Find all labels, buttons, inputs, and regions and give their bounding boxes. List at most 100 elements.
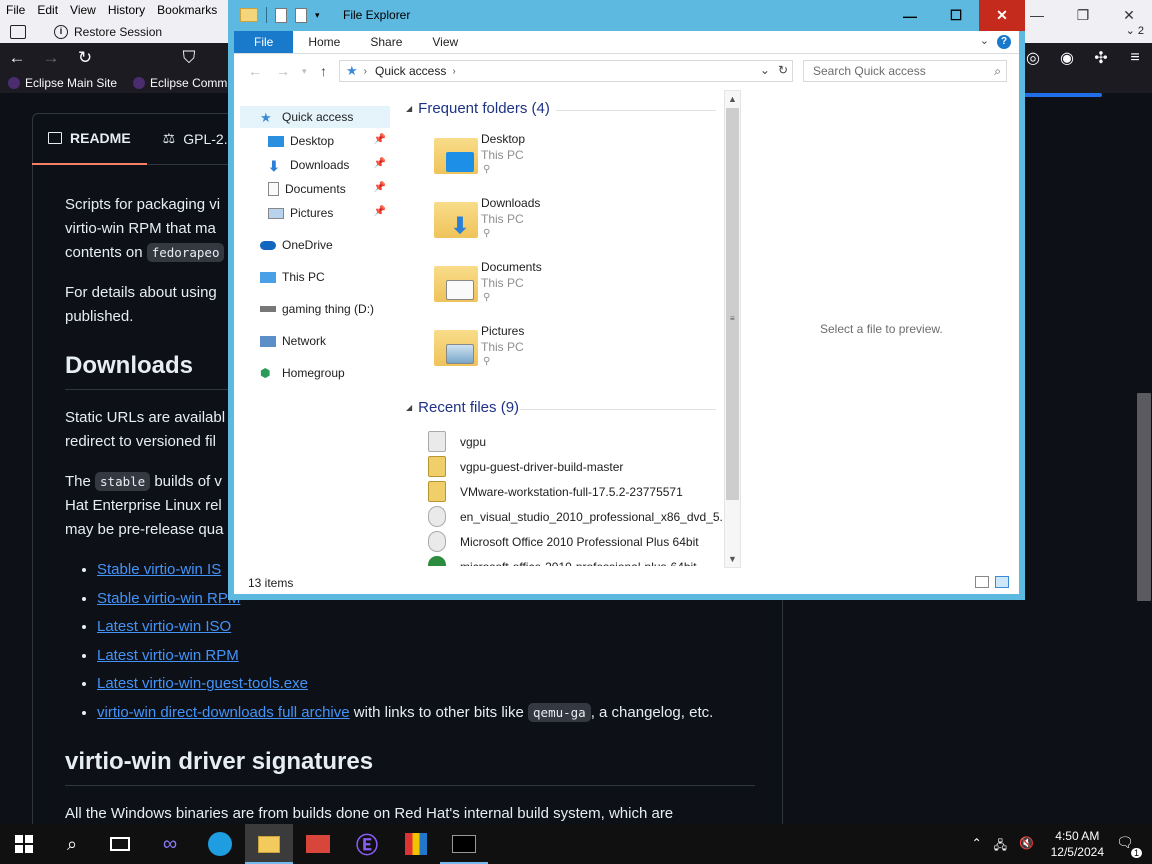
refresh-icon[interactable]: ↻ bbox=[778, 63, 788, 77]
tab-overflow[interactable]: ⌄ 2 bbox=[1126, 24, 1144, 37]
menu-icon[interactable]: ≡ bbox=[1118, 49, 1152, 67]
search-icon[interactable]: ⌕ bbox=[994, 61, 1001, 81]
taskbar-terminal[interactable] bbox=[440, 824, 488, 864]
network-icon[interactable]: 🖧 bbox=[994, 836, 1007, 857]
chevron-down-icon[interactable]: ⌄ bbox=[760, 63, 770, 77]
scrollbar-thumb[interactable]: ≡ bbox=[726, 108, 739, 500]
sidebar-item-quick-access[interactable]: ★ Quick access bbox=[240, 106, 390, 128]
link-guest-tools[interactable]: Latest virtio-win-guest-tools.exe bbox=[97, 675, 308, 692]
start-button[interactable] bbox=[0, 824, 48, 864]
forward-icon[interactable]: → bbox=[34, 48, 68, 68]
task-view-button[interactable] bbox=[96, 824, 144, 864]
bookmark-eclipse-main[interactable]: Eclipse Main Site bbox=[0, 76, 125, 90]
action-center-button[interactable]: 🗨 1 bbox=[1116, 834, 1142, 858]
minimize-button[interactable]: — bbox=[887, 0, 933, 31]
sidebar-item-desktop[interactable]: Desktop 📌 bbox=[240, 130, 390, 152]
folder-tile-documents[interactable]: Documents This PC ⚲ bbox=[434, 260, 634, 320]
list-item[interactable]: VMware-workstation-full-17.5.2-23775571 bbox=[428, 479, 683, 504]
pin-icon[interactable]: 📌 bbox=[374, 158, 386, 169]
menu-bookmarks[interactable]: Bookmarks bbox=[151, 3, 223, 17]
sidebar-item-network[interactable]: Network bbox=[240, 330, 390, 352]
back-icon[interactable]: ← bbox=[0, 48, 34, 68]
taskbar-file-explorer[interactable] bbox=[245, 824, 293, 864]
extensions-icon[interactable]: ✣ bbox=[1084, 48, 1118, 68]
list-item[interactable]: en_visual_studio_2010_professional_x86_d… bbox=[428, 504, 726, 529]
sidebar-item-drive-d[interactable]: gaming thing (D:) bbox=[240, 298, 390, 320]
account-icon[interactable]: ◉ bbox=[1050, 48, 1084, 68]
clock[interactable]: 4:50 AM 12/5/2024 bbox=[1051, 828, 1104, 860]
recent-locations-icon[interactable]: ▾ bbox=[302, 66, 307, 77]
menu-history[interactable]: History bbox=[102, 3, 151, 17]
taskbar-app-4[interactable]: Ⓔ bbox=[343, 824, 391, 864]
page-scrollbar[interactable] bbox=[1134, 93, 1152, 824]
shield-icon[interactable]: ⛉ bbox=[172, 48, 206, 68]
reload-icon[interactable]: ↻ bbox=[68, 48, 102, 68]
new-folder-icon[interactable] bbox=[295, 7, 307, 23]
folder-tile-desktop[interactable]: Desktop This PC ⚲ bbox=[434, 132, 634, 192]
scroll-up-icon[interactable]: ▲ bbox=[725, 91, 740, 107]
content-scrollbar[interactable]: ▲ ≡ ▼ bbox=[724, 90, 741, 568]
link-latest-iso[interactable]: Latest virtio-win ISO bbox=[97, 618, 231, 635]
recent-files-header[interactable]: ◢ Recent files (9) bbox=[406, 399, 519, 416]
chevron-down-icon[interactable]: ⌄ bbox=[980, 34, 989, 47]
breadcrumb[interactable]: Quick access bbox=[375, 64, 446, 78]
link-latest-rpm[interactable]: Latest virtio-win RPM bbox=[97, 647, 239, 664]
sidebar-item-pictures[interactable]: Pictures 📌 bbox=[240, 202, 390, 224]
pin-icon[interactable]: 📌 bbox=[374, 206, 386, 217]
chevron-right-icon[interactable]: › bbox=[452, 66, 455, 77]
link-stable-iso[interactable]: Stable virtio-win IS bbox=[97, 561, 221, 578]
list-item[interactable]: Microsoft Office 2010 Professional Plus … bbox=[428, 529, 699, 554]
chevron-right-icon[interactable]: › bbox=[364, 66, 367, 77]
tab-list-icon[interactable] bbox=[10, 24, 26, 39]
taskbar-app-2[interactable] bbox=[196, 824, 244, 864]
address-bar[interactable]: ★ › Quick access › ⌄ ↻ bbox=[339, 60, 793, 82]
large-icons-view-icon[interactable] bbox=[995, 576, 1009, 588]
collapse-icon[interactable]: ◢ bbox=[406, 104, 412, 113]
collapse-icon[interactable]: ◢ bbox=[406, 403, 412, 412]
menu-edit[interactable]: Edit bbox=[31, 3, 64, 17]
chevron-up-icon[interactable]: ⌃ bbox=[972, 836, 982, 857]
menu-view[interactable]: View bbox=[64, 3, 102, 17]
frequent-folders-header[interactable]: ◢ Frequent folders (4) bbox=[406, 100, 550, 117]
sidebar-item-onedrive[interactable]: OneDrive bbox=[240, 234, 390, 256]
details-view-icon[interactable] bbox=[975, 576, 989, 588]
explorer-titlebar[interactable]: ▾ File Explorer — ☐ ✕ bbox=[228, 0, 1025, 31]
list-item[interactable]: microsoft-office-2010-professional-plus-… bbox=[428, 554, 697, 566]
properties-icon[interactable] bbox=[275, 7, 287, 23]
volume-muted-icon[interactable]: 🔇 bbox=[1019, 836, 1034, 857]
pin-icon[interactable]: 📌 bbox=[374, 182, 386, 193]
restore-session-button[interactable]: i Restore Session bbox=[54, 24, 162, 39]
customize-toolbar-icon[interactable]: ▾ bbox=[315, 10, 320, 21]
menu-file[interactable]: File bbox=[0, 3, 31, 17]
up-icon[interactable]: ↑ bbox=[320, 63, 327, 79]
sidebar-item-this-pc[interactable]: This PC bbox=[240, 266, 390, 288]
search-input[interactable]: Search Quick access ⌕ bbox=[803, 60, 1007, 82]
taskbar-app-5[interactable] bbox=[392, 824, 440, 864]
taskbar-app-3[interactable] bbox=[294, 824, 342, 864]
sidebar-item-downloads[interactable]: ⬇ Downloads 📌 bbox=[240, 154, 390, 176]
search-button[interactable]: ⌕ bbox=[48, 824, 96, 864]
list-item[interactable]: vgpu bbox=[428, 429, 486, 454]
link-stable-rpm[interactable]: Stable virtio-win RPM bbox=[97, 590, 240, 607]
scrollbar-thumb[interactable] bbox=[1137, 393, 1151, 601]
sidebar-item-documents[interactable]: Documents 📌 bbox=[240, 178, 390, 200]
taskbar-app-1[interactable]: ∞ bbox=[146, 824, 194, 864]
tab-home[interactable]: Home bbox=[293, 31, 355, 53]
tab-file[interactable]: File bbox=[234, 31, 294, 53]
help-icon[interactable]: ? bbox=[997, 35, 1011, 49]
maximize-button[interactable]: ☐ bbox=[933, 0, 979, 31]
tab-readme[interactable]: README bbox=[32, 113, 147, 165]
close-button[interactable]: ✕ bbox=[979, 0, 1025, 31]
tab-view[interactable]: View bbox=[417, 31, 473, 53]
folder-tile-downloads[interactable]: ⬇ Downloads This PC ⚲ bbox=[434, 196, 634, 256]
bookmark-eclipse-community[interactable]: Eclipse Commu bbox=[125, 76, 242, 90]
back-icon[interactable]: ← bbox=[248, 63, 262, 79]
link-full-archive[interactable]: virtio-win direct-downloads full archive bbox=[97, 704, 350, 721]
list-item[interactable]: vgpu-guest-driver-build-master bbox=[428, 454, 623, 479]
sidebar-item-homegroup[interactable]: ⬢ Homegroup bbox=[240, 362, 390, 384]
forward-icon[interactable]: → bbox=[276, 63, 290, 79]
scroll-down-icon[interactable]: ▼ bbox=[725, 551, 740, 567]
pin-icon[interactable]: 📌 bbox=[374, 134, 386, 145]
tab-share[interactable]: Share bbox=[355, 31, 417, 53]
folder-tile-pictures[interactable]: Pictures This PC ⚲ bbox=[434, 324, 634, 384]
